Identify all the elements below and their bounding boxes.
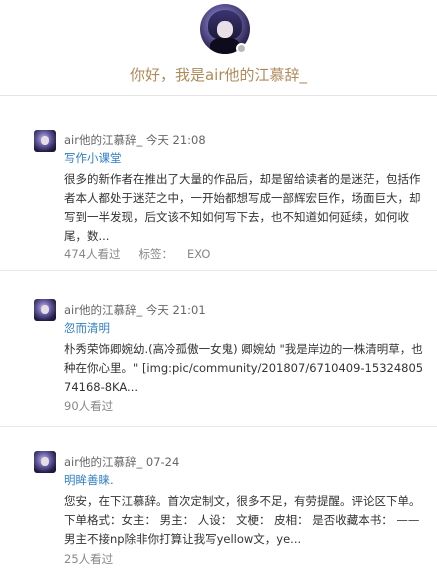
post-item[interactable]: air他的江慕辞_ 07-24 明眸善睐. 您安，在下江慕辞。首次定制文，很多不…: [0, 427, 437, 575]
post-time: 今天 21:08: [145, 133, 206, 147]
view-count: 474人看过: [64, 247, 121, 261]
post-title[interactable]: 忽而清明: [64, 320, 110, 336]
post-item[interactable]: air他的江慕辞_ 今天 21:08 写作小课堂 很多的新作者在推出了大量的作品…: [0, 96, 437, 271]
view-count: 90人看过: [64, 399, 114, 413]
author-avatar[interactable]: [34, 451, 56, 473]
author-name[interactable]: air他的江慕辞_: [64, 455, 142, 469]
tag-value[interactable]: EXO: [187, 247, 210, 261]
post-stats: 25人看过: [64, 551, 113, 567]
post-time: 今天 21:01: [145, 303, 206, 317]
profile-header: 你好，我是air他的江慕辞_: [0, 0, 437, 96]
post-meta: air他的江慕辞_ 今天 21:01: [64, 302, 206, 318]
post-stats: 474人看过 标签： EXO: [64, 246, 210, 262]
post-title[interactable]: 写作小课堂: [64, 150, 122, 166]
author-avatar-face: [41, 305, 49, 314]
avatar-face: [217, 21, 233, 38]
author-avatar-face: [41, 136, 49, 145]
author-avatar[interactable]: [34, 130, 56, 152]
view-count: 25人看过: [64, 552, 114, 566]
post-excerpt[interactable]: 朴秀荣饰卿婉幼.(高冷孤傲一女鬼) 卿婉幼 "我是岸边的一株清明草，也种在你心里…: [64, 340, 424, 397]
author-avatar[interactable]: [34, 299, 56, 321]
post-excerpt[interactable]: 很多的新作者在推出了大量的作品后，却是留给读者的是迷茫，包括作者本人都处于迷茫之…: [64, 170, 424, 246]
tag-label: 标签：: [138, 247, 173, 261]
author-name[interactable]: air他的江慕辞_: [64, 303, 142, 317]
post-excerpt[interactable]: 您安，在下江慕辞。首次定制文，很多不足，有劳提醒。评论区下单。 下单格式：女主：…: [64, 492, 424, 549]
post-item[interactable]: air他的江慕辞_ 今天 21:01 忽而清明 朴秀荣饰卿婉幼.(高冷孤傲一女鬼…: [0, 271, 437, 427]
author-avatar-face: [41, 457, 49, 466]
post-title[interactable]: 明眸善睐.: [64, 472, 114, 488]
post-meta: air他的江慕辞_ 今天 21:08: [64, 132, 206, 148]
profile-greeting: 你好，我是air他的江慕辞_: [129, 66, 308, 84]
level-badge-icon: [236, 43, 247, 54]
post-time: 07-24: [145, 455, 180, 469]
author-name[interactable]: air他的江慕辞_: [64, 133, 142, 147]
post-stats: 90人看过: [64, 398, 113, 414]
post-meta: air他的江慕辞_ 07-24: [64, 454, 179, 470]
